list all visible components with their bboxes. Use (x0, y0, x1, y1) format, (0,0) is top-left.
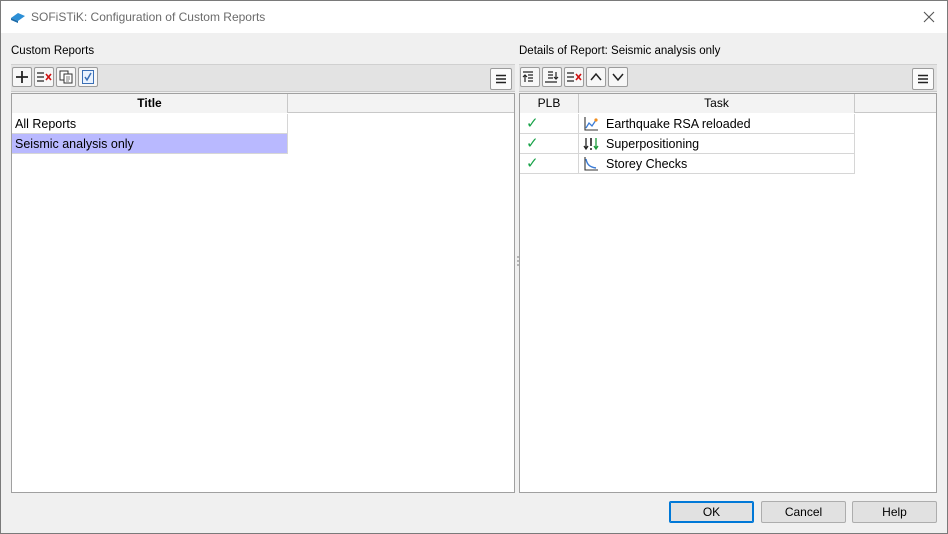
plb-checkmark[interactable]: ✓ (520, 154, 579, 174)
reports-list-header: Title (12, 94, 514, 113)
edit-report-button[interactable] (78, 67, 98, 87)
copy-report-button[interactable] (56, 67, 76, 87)
reports-list: Title All Reports Seismic analysis only (11, 93, 515, 493)
add-report-button[interactable] (12, 67, 32, 87)
insert-task-below-button[interactable] (542, 67, 562, 87)
table-row[interactable]: Seismic analysis only (12, 134, 288, 154)
left-toolbar (11, 64, 515, 92)
insert-task-above-button[interactable] (520, 67, 540, 87)
column-header-task[interactable]: Task (579, 94, 855, 113)
ok-button[interactable]: OK (669, 501, 754, 523)
column-header-title[interactable]: Title (12, 94, 288, 113)
dialog-window: SOFiSTiK: Configuration of Custom Report… (0, 0, 948, 534)
table-row[interactable]: ✓ Earthquake RSA reloaded (520, 114, 855, 134)
plus-icon (16, 71, 28, 83)
column-header-plb[interactable]: PLB (520, 94, 579, 113)
chevron-up-icon (590, 72, 602, 81)
help-button[interactable]: Help (852, 501, 937, 523)
copy-icon (59, 70, 73, 84)
task-cell[interactable]: Storey Checks (579, 154, 855, 174)
insert-above-icon (522, 71, 533, 82)
move-down-button[interactable] (608, 67, 628, 87)
checklist-icon (82, 70, 94, 84)
task-name: Superpositioning (606, 137, 700, 151)
right-menu-button[interactable] (912, 68, 934, 90)
plb-checkmark[interactable]: ✓ (520, 134, 579, 154)
storey-chart-icon (584, 157, 598, 171)
insert-below-icon (545, 71, 559, 83)
left-menu-button[interactable] (490, 68, 512, 90)
chevron-down-icon (612, 73, 624, 82)
task-cell[interactable]: Superpositioning (579, 134, 855, 154)
report-title-cell[interactable]: Seismic analysis only (12, 134, 288, 154)
task-name: Storey Checks (606, 157, 688, 171)
hamburger-icon (496, 74, 506, 84)
window-title: SOFiSTiK: Configuration of Custom Report… (31, 10, 266, 24)
cancel-button[interactable]: Cancel (761, 501, 846, 523)
plb-checkmark[interactable]: ✓ (520, 114, 579, 134)
title-bar: SOFiSTiK: Configuration of Custom Report… (1, 1, 947, 33)
report-details-label: Details of Report: Seismic analysis only (519, 45, 721, 57)
report-title-cell[interactable]: All Reports (12, 114, 288, 134)
task-cell[interactable]: Earthquake RSA reloaded (579, 114, 855, 134)
hamburger-icon (918, 74, 928, 84)
custom-reports-label: Custom Reports (11, 45, 95, 57)
tasks-list-header: PLB Task (520, 94, 936, 113)
table-row[interactable]: ✓ Storey Checks (520, 154, 855, 174)
rsa-chart-icon (584, 117, 598, 131)
task-name: Earthquake RSA reloaded (606, 117, 751, 131)
superposition-icon (583, 138, 599, 151)
move-up-button[interactable] (586, 67, 606, 87)
table-row[interactable]: All Reports (12, 114, 288, 134)
delete-task-button[interactable] (564, 67, 584, 87)
close-icon[interactable] (919, 7, 939, 27)
delete-rows-icon (567, 72, 582, 82)
right-toolbar (519, 64, 937, 92)
delete-rows-icon (37, 72, 52, 82)
table-row[interactable]: ✓ Superpositioning (520, 134, 855, 154)
delete-report-button[interactable] (34, 67, 54, 87)
tasks-list: PLB Task ✓ Earthquake RSA reloaded ✓ Sup… (519, 93, 937, 493)
sofistik-logo-icon (11, 13, 25, 23)
